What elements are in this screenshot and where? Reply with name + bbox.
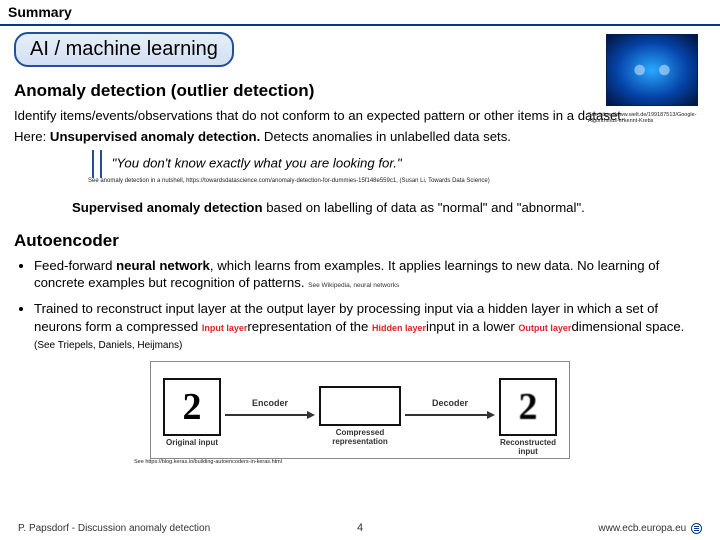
bullet-2-cite: (See Triepels, Daniels, Heijmans): [34, 340, 182, 351]
anomaly-p3: Supervised anomaly detection based on la…: [14, 199, 706, 216]
summary-header: Summary: [0, 0, 720, 26]
diagram-original-caption: Original input: [161, 438, 223, 447]
diagram-recon-caption: Reconstructed input: [497, 438, 559, 456]
digit-glyph: 2: [501, 380, 555, 434]
text: Detects anomalies in unlabelled data set…: [260, 129, 511, 144]
bullet-1: Feed-forward neural network, which learn…: [34, 257, 706, 292]
footer: P. Papsdorf - Discussion anomaly detecti…: [0, 523, 720, 534]
anomaly-quote-cite: See anomaly detection in a nutshell, htt…: [88, 178, 490, 186]
anomaly-quote-line: "You don't know exactly what you are loo…: [88, 150, 706, 195]
section-autoencoder-title: Autoencoder: [14, 231, 706, 251]
encoder-label: Encoder: [252, 398, 288, 408]
arrow-right-icon: [405, 410, 495, 420]
text: based on labelling of data as "normal" a…: [263, 200, 585, 215]
chip-ai-ml: AI / machine learning: [14, 32, 234, 67]
text-bold: Supervised anomaly detection: [72, 200, 263, 215]
diagram-recon-box: 2: [499, 378, 557, 436]
diagram-compressed-caption: Compressed representation: [319, 428, 401, 446]
page-number: 4: [357, 522, 363, 534]
brain-image-credit: See https://www.welt.de/199187513/Google…: [588, 112, 698, 124]
diagram-decoder-arrow: Decoder: [405, 398, 495, 414]
diagram-original-box: 2: [163, 378, 221, 436]
text-bold: neural network: [116, 258, 210, 273]
label-input-layer: Input layer: [202, 323, 248, 333]
label-hidden-layer: Hidden layer: [372, 323, 426, 333]
double-bar-icon: [88, 150, 102, 178]
decoder-label: Decoder: [432, 398, 468, 408]
diagram-credit: See https://blog.keras.io/building-autoe…: [134, 459, 706, 465]
footer-right: www.ecb.europa.eu: [598, 523, 702, 534]
anomaly-p2: Here: Unsupervised anomaly detection. De…: [14, 128, 706, 145]
text: input in a lower: [426, 319, 518, 334]
arrow-right-icon: [225, 410, 315, 420]
text-bold: Unsupervised anomaly detection.: [50, 129, 260, 144]
bullet-2: Trained to reconstruct input layer at th…: [34, 300, 706, 353]
text: Feed-forward: [34, 258, 116, 273]
text: dimensional space.: [571, 319, 684, 334]
digit-glyph: 2: [165, 380, 219, 434]
text: representation of the: [247, 319, 372, 334]
label-output-layer: Output layer: [518, 323, 571, 333]
diagram-compressed-box: [319, 386, 401, 426]
footer-site: www.ecb.europa.eu: [598, 523, 686, 534]
anomaly-quote: "You don't know exactly what you are loo…: [112, 155, 402, 170]
diagram-encoder-arrow: Encoder: [225, 398, 315, 414]
text: Here:: [14, 129, 50, 144]
section-anomaly-title: Anomaly detection (outlier detection): [14, 81, 706, 101]
bullet-1-cite: See Wikipedia, neural networks: [308, 282, 399, 289]
autoencoder-bullets: Feed-forward neural network, which learn…: [34, 257, 706, 353]
footer-left: P. Papsdorf - Discussion anomaly detecti…: [18, 523, 210, 534]
ecb-logo-icon: [691, 523, 702, 534]
autoencoder-diagram: 2 Original input Encoder Compressed repr…: [150, 361, 570, 459]
brain-image: [606, 34, 698, 106]
